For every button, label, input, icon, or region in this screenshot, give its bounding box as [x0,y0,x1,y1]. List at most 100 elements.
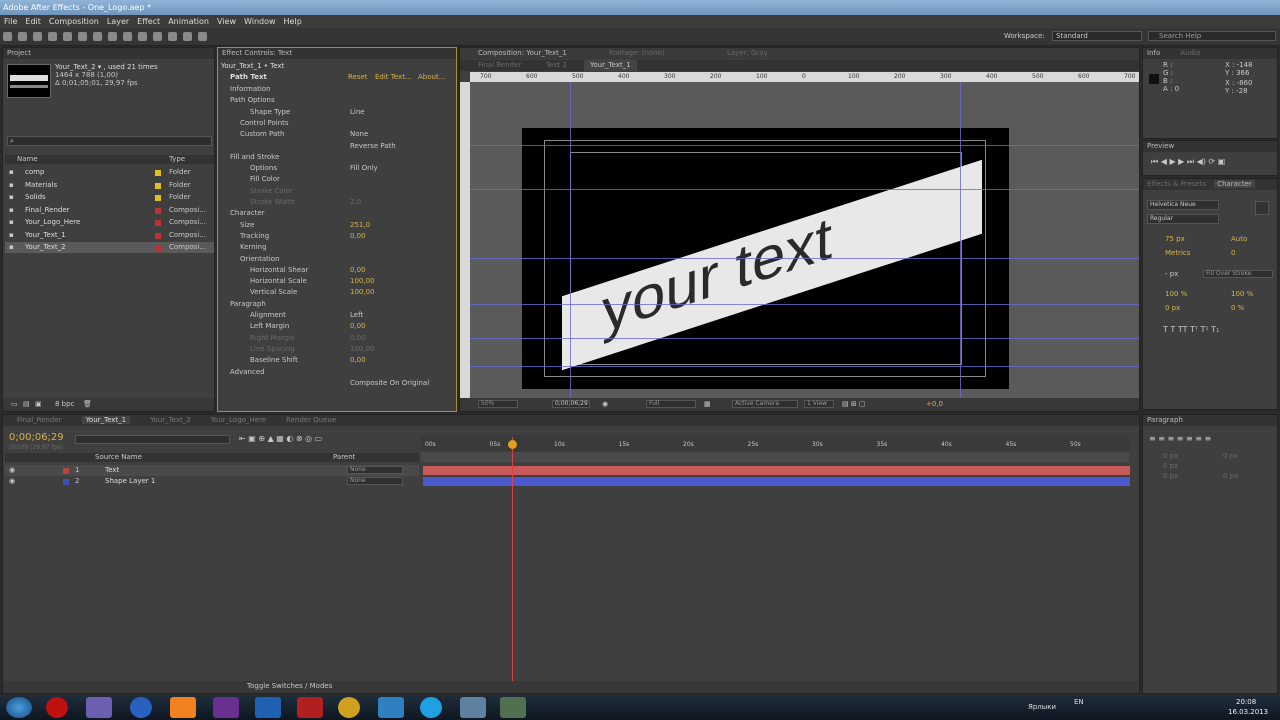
timeline-tab[interactable]: Your_Text_1 [81,416,131,424]
effect-property[interactable]: Fill Color [250,174,470,185]
eraser-tool-icon[interactable] [168,32,177,41]
about-button[interactable]: About... [418,72,445,83]
workspace-select[interactable]: Standard [1052,31,1142,41]
text-style-buttons[interactable]: T T TT Tᵀ T¹ T₁ [1163,324,1219,335]
effect-property[interactable]: Baseline Shift 0,00 [250,355,470,366]
camera-select[interactable]: Active Camera [732,400,798,408]
clock-date[interactable]: 16.03.2013 [1228,708,1268,716]
effect-property[interactable]: Size 251,0 [240,220,460,231]
clock-time[interactable]: 20:08 [1236,698,1256,706]
project-item[interactable]: ▪ Materials Folder [5,180,214,191]
reset-button[interactable]: Reset [348,72,368,83]
label-color[interactable] [155,220,161,226]
menu-composition[interactable]: Composition [49,17,99,26]
font-style-select[interactable]: Regular [1147,214,1219,224]
comp-viewer[interactable]: your text [470,82,1139,398]
effect-property[interactable]: Advanced [230,367,450,378]
indent-right[interactable]: 0 px [1223,451,1238,462]
rectangle-tool-icon[interactable] [93,32,102,41]
effect-property[interactable]: Path Options [230,95,450,106]
opera-icon[interactable] [46,697,68,718]
baseline-shift[interactable]: 0 px [1165,303,1180,314]
effect-property[interactable]: Information [230,84,450,95]
view-options-icon[interactable]: ▤ ⊞ ▢ [842,399,866,410]
timeline-tab[interactable]: Render Queue [286,416,336,424]
project-item[interactable]: ▪ comp Folder [5,167,214,178]
effect-property[interactable]: Shape Type Line [250,107,470,118]
project-item[interactable]: ▪ Your_Text_1 Composi... [5,230,214,241]
comp-tab[interactable]: Composition: Your_Text_1 [478,49,567,57]
effect-property[interactable]: Control Points [240,118,460,129]
font-family-select[interactable]: Helvetica Neue [1147,200,1219,210]
menu-edit[interactable]: Edit [25,17,41,26]
exposure-value[interactable]: +0,0 [926,399,943,410]
hand-tool-icon[interactable] [18,32,27,41]
effect-property[interactable]: Left Margin 0,00 [250,321,470,332]
timeline-tab[interactable]: Your_Logo_Here [211,416,266,424]
time-ruler[interactable]: 00s 05s 10s 15s 20s 25s 30s 35s 40s 45s 50s [421,435,1129,451]
timeline-tab[interactable]: Final_Render [17,416,62,424]
playhead-handle[interactable] [508,440,517,449]
menu-window[interactable]: Window [244,17,276,26]
effect-property[interactable]: Right Margin 0,00 [250,333,470,344]
delete-icon[interactable]: 🗑 [83,399,92,410]
layer-label-color[interactable] [63,479,69,485]
tsume[interactable]: 0 % [1231,303,1244,314]
project-item[interactable]: ▪ Your_Text_2 Composi... [5,242,214,253]
layer-bar-text[interactable] [423,466,1130,475]
skype-icon[interactable] [420,697,442,718]
label-color[interactable] [155,232,161,239]
column-source-name[interactable]: Source Name [95,452,142,463]
comp-timecode[interactable]: 0;00;06;29 [552,400,590,408]
label-color[interactable] [155,207,161,214]
selection-tool-icon[interactable] [3,32,12,41]
illustrator-icon[interactable] [170,697,196,718]
app-icon-3[interactable] [378,697,404,718]
layer-bar-shape[interactable] [423,477,1130,486]
snapshot-icon[interactable]: ◉ [602,399,608,410]
menu-effect[interactable]: Effect [137,17,160,26]
playback-controls[interactable]: ⏮ ◀ ▶ ▶ ⏭ ◀) ⟳ ▣ [1151,156,1225,167]
parent-select[interactable]: None [347,466,403,474]
work-area-bar[interactable] [421,452,1129,462]
effect-property[interactable]: Composite On Original [250,378,470,389]
subtab-text-2[interactable]: Text 2 [546,60,567,71]
menu-file[interactable]: File [4,17,17,26]
stroke-width[interactable]: - px [1165,269,1178,280]
rotate-tool-icon[interactable] [48,32,57,41]
new-folder-icon[interactable]: ▤ [23,399,30,410]
effect-property[interactable]: Horizontal Scale 100,00 [250,276,470,287]
font-size[interactable]: 75 px [1165,234,1185,245]
label-color[interactable] [155,195,161,201]
layer-row[interactable]: ◉ 1 Text None [5,465,419,476]
effect-property[interactable]: Orientation [240,254,460,265]
pan-behind-tool-icon[interactable] [78,32,87,41]
current-time-indicator[interactable] [512,437,513,687]
character-tab[interactable]: Character [1214,180,1255,188]
vertical-scale[interactable]: 100 % [1165,289,1187,300]
clone-tool-icon[interactable] [153,32,162,41]
effect-property[interactable]: Fill and Stroke [230,152,450,163]
label-color[interactable] [155,182,161,189]
layer-label-color[interactable] [63,468,69,474]
project-item[interactable]: ▪ Final_Render Composi... [5,205,214,216]
space-after[interactable]: 0 px [1223,471,1238,482]
zoom-select[interactable]: 50% [478,400,518,408]
project-tab[interactable]: Project [3,48,214,59]
project-search-input[interactable]: ⌕ [7,136,212,146]
menu-view[interactable]: View [217,17,236,26]
horizontal-scale[interactable]: 100 % [1231,289,1253,300]
effect-property[interactable]: Options Fill Only [250,163,470,174]
effect-controls-tab[interactable]: Effect Controls: Text [218,48,456,59]
tracking[interactable]: 0 [1231,248,1235,259]
effect-property[interactable]: Reverse Path [250,141,470,152]
roto-brush-tool-icon[interactable] [183,32,192,41]
layer-tab[interactable]: Layer: Gray [727,49,768,57]
search-help-input[interactable]: Search Help [1148,31,1276,41]
puppet-tool-icon[interactable] [198,32,207,41]
pen-tool-icon[interactable] [108,32,117,41]
layer-row[interactable]: ◉ 2 Shape Layer 1 None [5,476,419,487]
effect-name[interactable]: Path Text [230,72,267,83]
label-color[interactable] [155,245,161,251]
effect-property[interactable]: Character [230,208,450,219]
